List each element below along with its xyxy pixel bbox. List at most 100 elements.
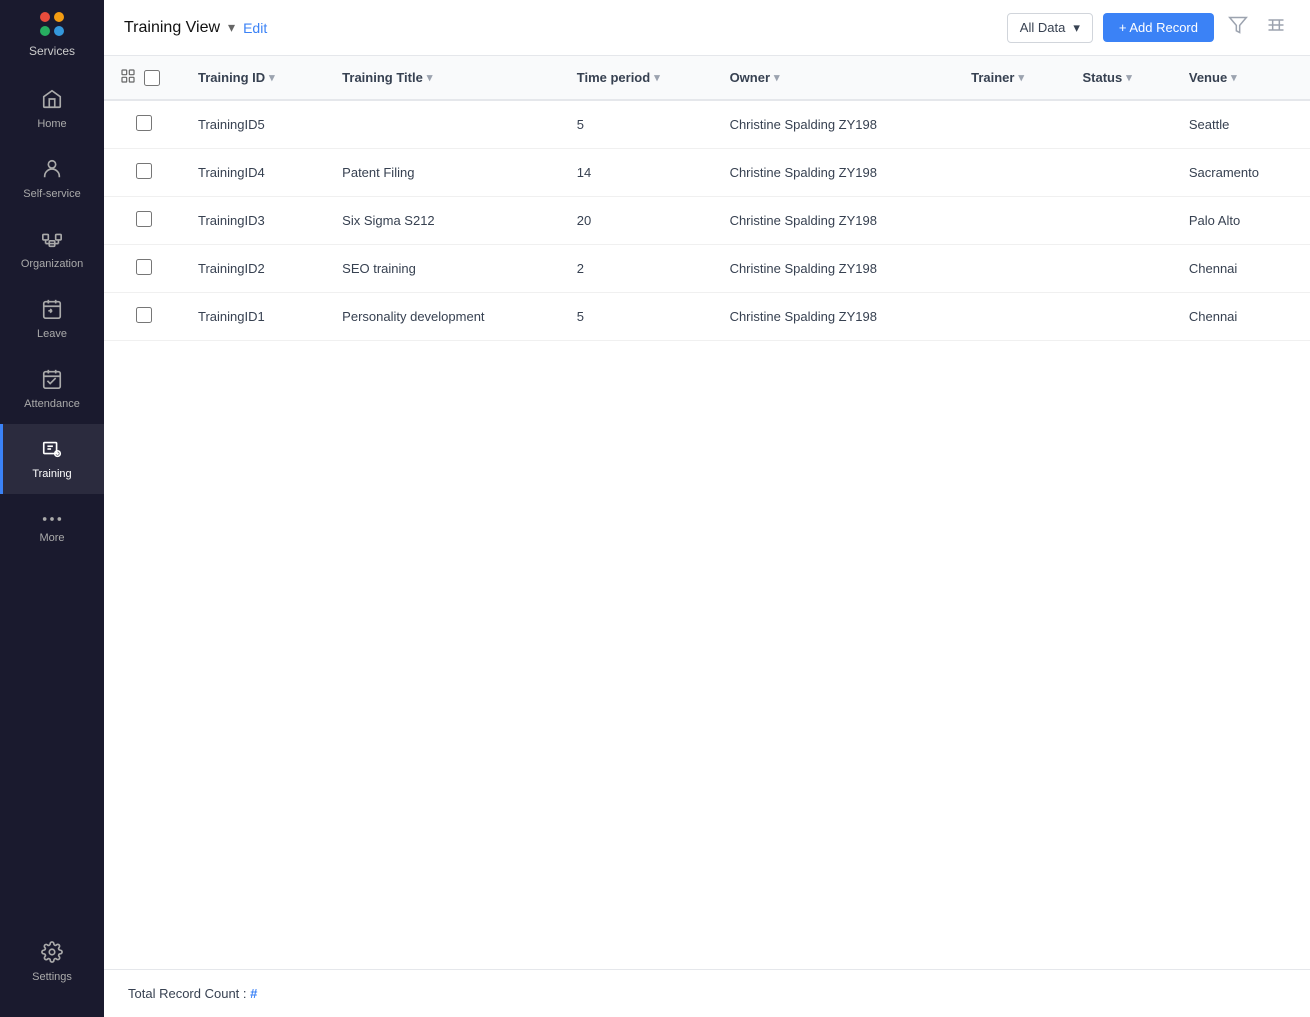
leave-icon — [41, 298, 63, 324]
th-trainer[interactable]: Trainer ▾ — [957, 56, 1068, 100]
cell-trainer — [957, 149, 1068, 197]
cell-time-period: 20 — [563, 197, 716, 245]
cell-status — [1068, 293, 1174, 341]
dot-red — [40, 12, 50, 22]
header-right: All Data ▾ + Add Record — [1007, 11, 1290, 44]
sidebar-item-attendance[interactable]: Attendance — [0, 354, 104, 424]
cell-venue: Chennai — [1175, 293, 1310, 341]
th-venue-sort-icon: ▾ — [1231, 71, 1237, 84]
record-count-value: # — [250, 986, 257, 1001]
table-row[interactable]: TrainingID5 5 Christine Spalding ZY198 S… — [104, 100, 1310, 149]
training-label: Training — [32, 468, 71, 480]
header: Training View ▾ Edit All Data ▾ + Add Re… — [104, 0, 1310, 56]
cell-training-title: Six Sigma S212 — [328, 197, 563, 245]
th-owner-sort-icon: ▾ — [774, 71, 780, 84]
th-status[interactable]: Status ▾ — [1068, 56, 1174, 100]
all-data-dropdown[interactable]: All Data ▾ — [1007, 13, 1093, 43]
cell-owner: Christine Spalding ZY198 — [716, 197, 958, 245]
cell-status — [1068, 149, 1174, 197]
settings-label: Settings — [32, 971, 72, 983]
sidebar-item-leave[interactable]: Leave — [0, 284, 104, 354]
table-row[interactable]: TrainingID2 SEO training 2 Christine Spa… — [104, 245, 1310, 293]
footer: Total Record Count : # — [104, 969, 1310, 1017]
sidebar-item-more[interactable]: More — [0, 494, 104, 558]
sidebar-item-organization[interactable]: Organization — [0, 214, 104, 284]
dropdown-chevron-icon: ▾ — [1073, 20, 1080, 36]
th-time-period-sort-icon: ▾ — [654, 71, 660, 84]
cell-time-period: 5 — [563, 100, 716, 149]
cell-owner: Christine Spalding ZY198 — [716, 245, 958, 293]
cell-trainer — [957, 245, 1068, 293]
table-body: TrainingID5 5 Christine Spalding ZY198 S… — [104, 100, 1310, 341]
sidebar-nav: Home Self-service — [0, 66, 104, 927]
sidebar-item-settings[interactable]: Settings — [0, 927, 104, 997]
organization-label: Organization — [21, 258, 83, 270]
row-checkbox-cell — [104, 197, 184, 245]
select-all-checkbox[interactable] — [144, 70, 160, 86]
cell-training-title: Personality development — [328, 293, 563, 341]
main-content: Training View ▾ Edit All Data ▾ + Add Re… — [104, 0, 1310, 1017]
row-checkbox-cell — [104, 293, 184, 341]
filter-icon-button[interactable] — [1224, 11, 1252, 44]
sidebar-item-self-service[interactable]: Self-service — [0, 144, 104, 214]
self-service-label: Self-service — [23, 188, 80, 200]
row-checkbox-cell — [104, 149, 184, 197]
cell-training-id: TrainingID4 — [184, 149, 328, 197]
sidebar-item-training[interactable]: Training — [0, 424, 104, 494]
home-label: Home — [37, 118, 66, 130]
cell-time-period: 5 — [563, 293, 716, 341]
row-checkbox-cell — [104, 100, 184, 149]
cell-venue: Sacramento — [1175, 149, 1310, 197]
logo-dots — [40, 12, 64, 36]
sidebar-logo-area: Services — [0, 0, 104, 66]
cell-owner: Christine Spalding ZY198 — [716, 293, 958, 341]
th-training-title[interactable]: Training Title ▾ — [328, 56, 563, 100]
column-toggle-icon[interactable] — [120, 68, 136, 87]
columns-icon-button[interactable] — [1262, 11, 1290, 44]
dot-yellow — [54, 12, 64, 22]
cell-venue: Palo Alto — [1175, 197, 1310, 245]
table-area: Training ID ▾ Training Title ▾ Time peri… — [104, 56, 1310, 969]
th-training-id[interactable]: Training ID ▾ — [184, 56, 328, 100]
edit-link[interactable]: Edit — [243, 20, 267, 36]
page-title: Training View — [124, 19, 220, 37]
th-actions — [104, 56, 184, 100]
table-row[interactable]: TrainingID4 Patent Filing 14 Christine S… — [104, 149, 1310, 197]
row-checkbox-cell — [104, 245, 184, 293]
cell-venue: Chennai — [1175, 245, 1310, 293]
th-time-period[interactable]: Time period ▾ — [563, 56, 716, 100]
sidebar: Services Home Self-service — [0, 0, 104, 1017]
add-record-button[interactable]: + Add Record — [1103, 13, 1214, 42]
cell-training-title — [328, 100, 563, 149]
table-row[interactable]: TrainingID1 Personality development 5 Ch… — [104, 293, 1310, 341]
row-checkbox-4[interactable] — [136, 307, 152, 323]
dot-blue — [54, 26, 64, 36]
th-owner[interactable]: Owner ▾ — [716, 56, 958, 100]
row-checkbox-2[interactable] — [136, 211, 152, 227]
cell-status — [1068, 100, 1174, 149]
active-indicator — [0, 424, 3, 494]
row-checkbox-3[interactable] — [136, 259, 152, 275]
attendance-icon — [41, 368, 63, 394]
table-header-row: Training ID ▾ Training Title ▾ Time peri… — [104, 56, 1310, 100]
training-table: Training ID ▾ Training Title ▾ Time peri… — [104, 56, 1310, 341]
table-row[interactable]: TrainingID3 Six Sigma S212 20 Christine … — [104, 197, 1310, 245]
th-status-sort-icon: ▾ — [1126, 71, 1132, 84]
settings-icon — [41, 941, 63, 967]
sidebar-item-home[interactable]: Home — [0, 74, 104, 144]
more-icon — [41, 508, 63, 528]
cell-status — [1068, 197, 1174, 245]
row-checkbox-1[interactable] — [136, 163, 152, 179]
home-icon — [41, 88, 63, 114]
cell-training-id: TrainingID3 — [184, 197, 328, 245]
cell-owner: Christine Spalding ZY198 — [716, 100, 958, 149]
row-checkbox-0[interactable] — [136, 115, 152, 131]
cell-time-period: 14 — [563, 149, 716, 197]
th-venue[interactable]: Venue ▾ — [1175, 56, 1310, 100]
cell-trainer — [957, 197, 1068, 245]
organization-icon — [41, 228, 63, 254]
th-training-title-sort-icon: ▾ — [427, 71, 433, 84]
th-training-id-sort-icon: ▾ — [269, 71, 275, 84]
cell-trainer — [957, 293, 1068, 341]
cell-status — [1068, 245, 1174, 293]
